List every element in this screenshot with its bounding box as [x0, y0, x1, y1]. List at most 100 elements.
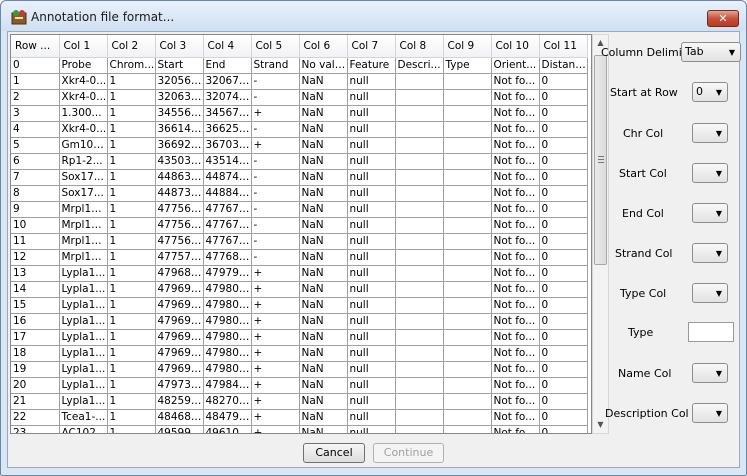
table-cell: Lypla1...: [59, 281, 108, 298]
close-button[interactable]: ✕: [707, 10, 739, 27]
preview-table: Row ... Col 1 Col 2 Col 3 Col 4 Col 5 Col 6 Col…: [11, 35, 588, 433]
table-cell: null: [347, 153, 396, 170]
table-cell: Not fo...: [491, 233, 540, 250]
table-row[interactable]: 2 Xkr4-0... 1 3206325 3207425- NaN null Not fo.…: [11, 89, 588, 106]
name-col-label: Name Col: [618, 367, 672, 380]
continue-button[interactable]: Continue: [373, 443, 444, 463]
table-cell: 23: [11, 425, 60, 433]
table-cell: -: [251, 89, 300, 106]
table-cell: Not fo...: [491, 201, 540, 218]
table-cell: 0: [539, 201, 588, 218]
strand-col-row: Strand Col ▼: [598, 243, 741, 265]
table-cell: NaN: [299, 313, 348, 330]
column-header[interactable]: Col 11: [539, 35, 588, 58]
table-row[interactable]: 19 Lypla1... 1 4796999 4798099 + NaN null Not fo…: [11, 361, 588, 378]
table-row[interactable]: 6 Rp1-2... 1 4350373 4351473- NaN null Not fo..…: [11, 153, 588, 170]
table-cell: 3205613: [155, 73, 204, 90]
table-cell: NaN: [299, 105, 348, 122]
table-row[interactable]: 23 AC102... 1 4959938 4961038 + NaN null Not fo.…: [11, 425, 588, 433]
description-col-select[interactable]: ▼: [692, 403, 728, 423]
table-cell: 4797318: [155, 377, 204, 394]
strand-col-select[interactable]: ▼: [692, 243, 728, 263]
type-col-select[interactable]: ▼: [692, 283, 728, 303]
table-row[interactable]: 20 Lypla1... 1 4797318 4798418 + NaN null Not fo…: [11, 377, 588, 394]
cancel-button[interactable]: Cancel: [303, 443, 365, 463]
table-cell: +: [251, 281, 300, 298]
table-row[interactable]: 5 Gm105... 1 3669236 3670336 + NaN null Not fo..…: [11, 137, 588, 154]
column-header[interactable]: Col 6: [299, 35, 348, 58]
table-cell: 4796992: [155, 345, 204, 362]
table-row[interactable]: 11 Mrpl15... 1 4775691 4776791- NaN null Not fo…: [11, 233, 588, 250]
start-col-select[interactable]: ▼: [692, 163, 728, 183]
table-cell: 3662579: [203, 121, 252, 138]
table-row[interactable]: 4 Xkr4-0... 1 3661479 3662579- NaN null Not fo.…: [11, 121, 588, 138]
table-cell: 4796869: [155, 265, 204, 282]
table-cell: Mrpl15...: [59, 249, 108, 266]
table-cell: Not fo...: [491, 329, 540, 346]
table-row[interactable]: 3 1.300... 1 3455668 3456768 + NaN null Not fo..…: [11, 105, 588, 122]
table-cell: null: [347, 73, 396, 90]
table-cell: 1: [107, 409, 156, 426]
table-cell: Sox17...: [59, 185, 108, 202]
table-cell: 4798092: [203, 345, 252, 362]
table-cell: 0: [539, 377, 588, 394]
table-cell: Not fo...: [491, 345, 540, 362]
table-row[interactable]: 7 Sox17... 1 4486394 4487494- NaN null Not fo..…: [11, 169, 588, 186]
table-cell: Chrom...: [107, 57, 156, 74]
table-row[interactable]: 21 Lypla1... 1 4825986 4827086 + NaN null Not fo…: [11, 393, 588, 410]
table-cell: Not fo...: [491, 313, 540, 330]
table-cell: 4796977: [155, 313, 204, 330]
table-cell: [395, 425, 444, 433]
table-row[interactable]: 15 Lypla1... 1 4796973 4798073 + NaN null Not fo…: [11, 297, 588, 314]
table-cell: 0: [11, 57, 60, 74]
table-cell: 1: [107, 233, 156, 250]
table-row[interactable]: 8 Sox17... 1 4487335 4488435- NaN null Not fo..…: [11, 185, 588, 202]
column-delimiter-select[interactable]: Tab ▼: [681, 42, 741, 62]
table-cell: 4959938: [155, 425, 204, 433]
table-cell: 1: [107, 425, 156, 433]
column-header[interactable]: Col 1: [59, 35, 108, 58]
table-cell: 0: [539, 265, 588, 282]
table-row[interactable]: 16 Lypla1... 1 4796977 4798077 + NaN null Not fo…: [11, 313, 588, 330]
column-header[interactable]: Row ...: [11, 35, 60, 58]
table-cell: +: [251, 361, 300, 378]
end-col-select[interactable]: ▼: [692, 203, 728, 223]
table-row[interactable]: 9 Mrpl15... 1 4775673 4776773- NaN null Not fo.…: [11, 201, 588, 218]
table-cell: 4798004: [203, 281, 252, 298]
table-cell: [443, 137, 492, 154]
table-row[interactable]: 12 Mrpl15... 1 4775720 4776820- NaN null Not fo…: [11, 249, 588, 266]
table-cell: +: [251, 265, 300, 282]
table-cell: 4846884: [155, 409, 204, 426]
name-col-select[interactable]: ▼: [692, 363, 728, 383]
table-row[interactable]: 18 Lypla1... 1 4796992 4798092 + NaN null Not fo…: [11, 345, 588, 362]
table-cell: Feature: [347, 57, 396, 74]
table-row[interactable]: 0 Probe Chrom... Start End Strand No value Feat…: [11, 57, 588, 74]
type-input[interactable]: [688, 322, 734, 342]
column-header[interactable]: Col 3: [155, 35, 204, 58]
title-bar[interactable]: Annotation file format... ✕: [1, 1, 746, 31]
table-cell: 1: [107, 313, 156, 330]
table-cell: 0: [539, 121, 588, 138]
table-cell: NaN: [299, 249, 348, 266]
column-header[interactable]: Col 2: [107, 35, 156, 58]
column-header[interactable]: Col 9: [443, 35, 492, 58]
column-header[interactable]: Col 4: [203, 35, 252, 58]
start-at-row-select[interactable]: 0 ▼: [692, 82, 728, 102]
table-row[interactable]: 22 Tcea1-... 1 4846884 4847984 + NaN null Not fo…: [11, 409, 588, 426]
table-cell: 2: [11, 89, 60, 106]
table-cell: 4350373: [155, 153, 204, 170]
column-header[interactable]: Col 7: [347, 35, 396, 58]
chr-col-select[interactable]: ▼: [692, 123, 728, 143]
table-cell: No value: [299, 57, 348, 74]
table-row[interactable]: 14 Lypla1... 1 4796904 4798004 + NaN null Not fo…: [11, 281, 588, 298]
table-cell: Not fo...: [491, 185, 540, 202]
table-row[interactable]: 1 Xkr4-0... 1 3205613 3206713- NaN null Not fo.…: [11, 73, 588, 90]
column-header[interactable]: Col 10: [491, 35, 540, 58]
table-row[interactable]: 17 Lypla1... 1 4796979 4798079 + NaN null Not fo…: [11, 329, 588, 346]
table-row[interactable]: 10 Mrpl15... 1 4775679 4776779- NaN null Not fo…: [11, 217, 588, 234]
table-cell: NaN: [299, 329, 348, 346]
table-cell: [443, 185, 492, 202]
column-header[interactable]: Col 8: [395, 35, 444, 58]
table-row[interactable]: 13 Lypla1... 1 4796869 4797969 + NaN null Not fo…: [11, 265, 588, 282]
column-header[interactable]: Col 5: [251, 35, 300, 58]
